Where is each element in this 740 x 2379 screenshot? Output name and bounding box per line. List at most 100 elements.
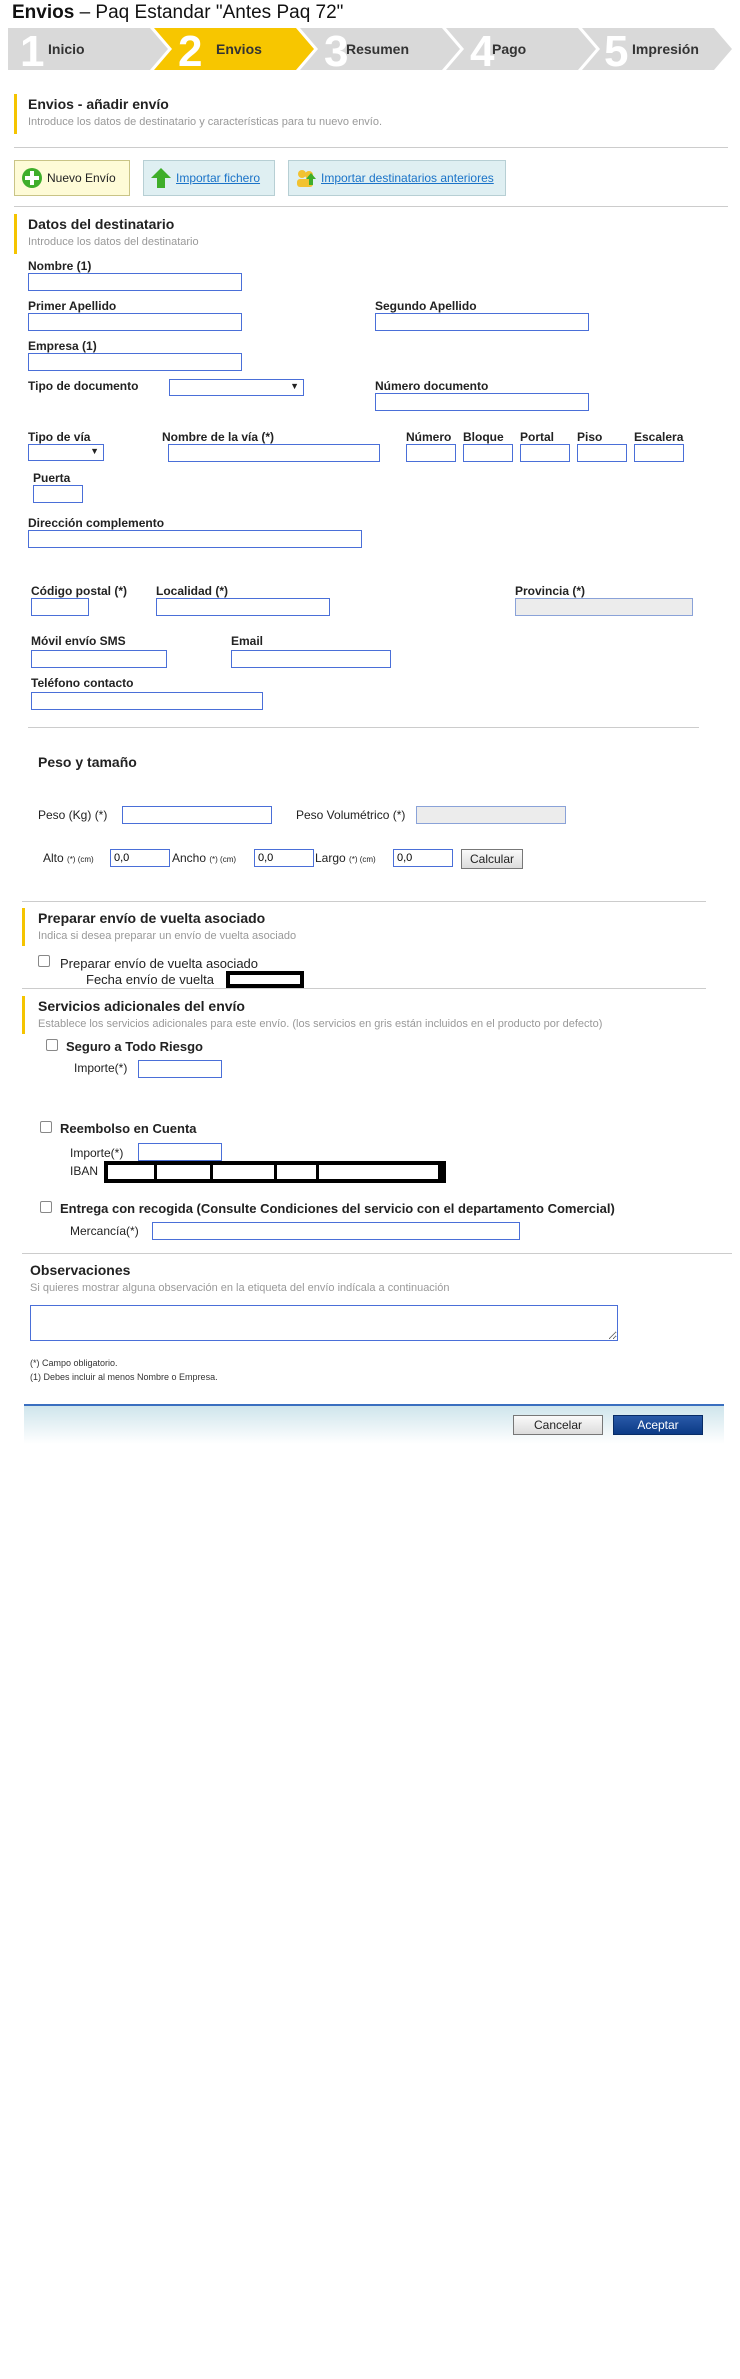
return-title: Preparar envío de vuelta asociado [38, 910, 266, 926]
header-title: Envios - añadir envío [28, 96, 169, 112]
mercancia-input[interactable] [152, 1222, 520, 1240]
step-impresion[interactable]: 5 Impresión [582, 28, 732, 74]
bloque-input[interactable] [463, 444, 513, 462]
seguro-importe-input[interactable] [138, 1060, 222, 1078]
primer-apellido-label: Primer Apellido [28, 299, 117, 313]
puerta-input[interactable] [33, 485, 83, 503]
tipo-documento-select[interactable]: ▼ [169, 379, 304, 396]
divider [14, 147, 728, 148]
observaciones-title: Observaciones [30, 1262, 131, 1278]
piso-input[interactable] [577, 444, 627, 462]
escalera-input[interactable] [634, 444, 684, 462]
page-title: Envios – Paq Estandar "Antes Paq 72" [12, 2, 344, 23]
fecha-vuelta-input[interactable] [230, 975, 300, 984]
reembolso-importe-label: Importe(*) [70, 1146, 124, 1160]
alto-input[interactable] [110, 849, 170, 867]
piso-label: Piso [577, 430, 603, 444]
nombre-label: Nombre (1) [28, 259, 92, 273]
peso-input[interactable] [122, 806, 272, 824]
seguro-checkbox[interactable] [46, 1039, 58, 1051]
fecha-vuelta-label: Fecha envío de vuelta [86, 972, 214, 987]
email-label: Email [231, 634, 264, 648]
iban-sep [210, 1165, 213, 1179]
nombre-via-input[interactable] [168, 444, 380, 462]
numero-input[interactable] [406, 444, 456, 462]
iban-sep [316, 1165, 319, 1179]
portal-label: Portal [520, 430, 555, 444]
empresa-input[interactable] [28, 353, 242, 371]
step-inicio[interactable]: 1 Inicio [8, 28, 168, 74]
escalera-label: Escalera [634, 430, 684, 444]
provincia-input[interactable] [515, 598, 693, 616]
observaciones-textarea[interactable] [30, 1305, 618, 1341]
iban-sep [154, 1165, 157, 1179]
services-title: Servicios adicionales del envío [38, 998, 245, 1014]
users-import-icon [297, 170, 316, 187]
peso-volumetrico-label: Peso Volumétrico (*) [296, 808, 406, 822]
step-pago[interactable]: 4 Pago [446, 28, 596, 74]
provincia-label: Provincia (*) [515, 584, 586, 598]
divider [14, 206, 728, 207]
recipient-title: Datos del destinatario [28, 216, 175, 232]
divider [22, 901, 706, 902]
chevron-down-icon: ▼ [90, 446, 99, 456]
ancho-label: Ancho (*) (cm) [172, 851, 237, 865]
peso-label: Peso (Kg) (*) [38, 808, 108, 822]
empresa-label: Empresa (1) [28, 339, 97, 353]
nombre-input[interactable] [28, 273, 242, 291]
segundo-apellido-label: Segundo Apellido [375, 299, 477, 313]
peso-volumetrico-input[interactable] [416, 806, 566, 824]
numero-documento-input[interactable] [375, 393, 589, 411]
reembolso-label: Reembolso en Cuenta [60, 1121, 197, 1136]
portal-input[interactable] [520, 444, 570, 462]
ancho-input[interactable] [254, 849, 314, 867]
movil-sms-input[interactable] [31, 650, 167, 668]
seguro-label: Seguro a Todo Riesgo [66, 1039, 203, 1054]
numero-label: Número [406, 430, 452, 444]
localidad-input[interactable] [156, 598, 330, 616]
reembolso-checkbox[interactable] [40, 1121, 52, 1133]
primer-apellido-input[interactable] [28, 313, 242, 331]
direccion-complemento-input[interactable] [28, 530, 362, 548]
return-checkbox[interactable] [38, 955, 50, 967]
services-subtitle: Establece los servicios adicionales para… [38, 1018, 603, 1030]
numero-documento-label: Número documento [375, 379, 489, 393]
codigo-postal-label: Código postal (*) [31, 584, 127, 598]
entrega-checkbox[interactable] [40, 1201, 52, 1213]
iban-label: IBAN [70, 1164, 99, 1178]
segundo-apellido-input[interactable] [375, 313, 589, 331]
largo-input[interactable] [393, 849, 453, 867]
new-shipment-button[interactable]: Nuevo Envío [14, 160, 130, 196]
nombre-via-label: Nombre de la vía (*) [162, 430, 275, 444]
tipo-via-select[interactable]: ▼ [28, 444, 104, 461]
largo-label: Largo (*) (cm) [315, 851, 376, 865]
mercancia-label: Mercancía(*) [70, 1224, 139, 1238]
note-name-company: (1) Debes incluir al menos Nombre o Empr… [30, 1372, 218, 1382]
direccion-complemento-label: Dirección complemento [28, 516, 165, 530]
accent-bar [14, 94, 17, 134]
reembolso-importe-input[interactable] [138, 1143, 222, 1161]
import-recipients-button[interactable]: Importar destinatarios anteriores [288, 160, 506, 196]
telefono-label: Teléfono contacto [31, 676, 134, 690]
tipo-via-label: Tipo de vía [28, 430, 91, 444]
email-input[interactable] [231, 650, 391, 668]
observaciones-subtitle: Si quieres mostrar alguna observación en… [30, 1282, 450, 1294]
codigo-postal-input[interactable] [31, 598, 89, 616]
wizard-steps: 1 Inicio 2 Envios 3 Resumen 4 Pago 5 Impresió… [8, 28, 732, 74]
seguro-importe-label: Importe(*) [74, 1061, 128, 1075]
accent-bar [14, 214, 17, 254]
iban-input[interactable] [108, 1165, 438, 1179]
chevron-down-icon: ▼ [290, 381, 299, 391]
cancel-button[interactable]: Cancelar [513, 1415, 603, 1435]
localidad-label: Localidad (*) [156, 584, 229, 598]
step-envios[interactable]: 2 Envios [154, 28, 314, 74]
calcular-button[interactable]: Calcular [461, 849, 523, 869]
movil-sms-label: Móvil envío SMS [31, 634, 126, 648]
import-file-button[interactable]: Importar fichero [143, 160, 275, 196]
accept-button[interactable]: Aceptar [613, 1415, 703, 1435]
tipo-documento-label: Tipo de documento [28, 379, 139, 393]
step-resumen[interactable]: 3 Resumen [300, 28, 460, 74]
telefono-input[interactable] [31, 692, 263, 710]
plus-icon [22, 168, 42, 188]
accent-bar [22, 996, 25, 1034]
